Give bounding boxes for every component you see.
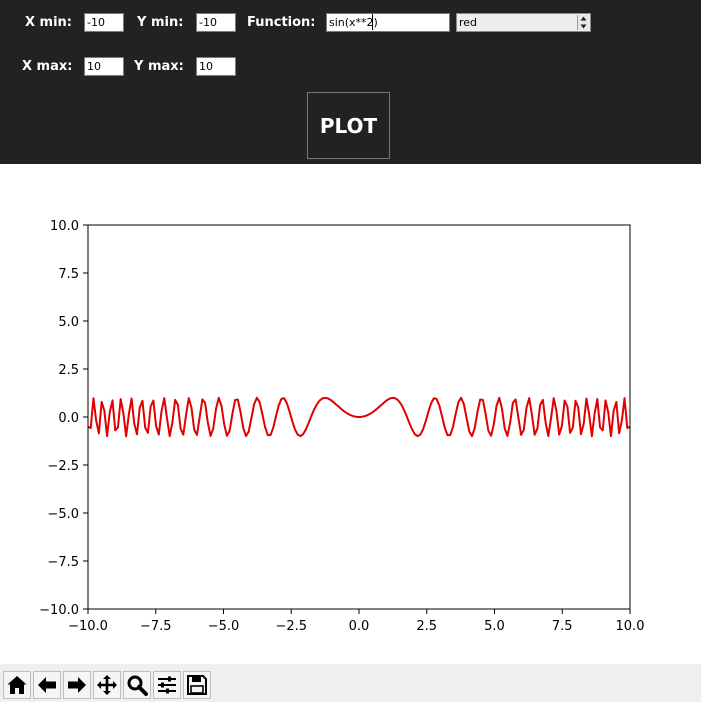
zoom-icon	[127, 675, 148, 696]
spinner-arrows[interactable]	[577, 15, 589, 30]
x-tick-label: −10.0	[68, 619, 108, 634]
x-tick-label: −7.5	[140, 619, 172, 634]
function-input[interactable]	[326, 13, 450, 32]
function-label: Function:	[247, 15, 316, 30]
zoom-button[interactable]	[123, 671, 151, 699]
xmin-label: X min:	[25, 15, 73, 30]
y-tick-label: 10.0	[50, 219, 79, 234]
ymax-label: Y max:	[134, 59, 184, 74]
y-tick-label: 2.5	[58, 363, 79, 378]
plot-canvas: −10.0 −7.5 −5.0 −2.5 0.0 2.5 5.0 7.5 10.0 −10.0 −…	[0, 164, 701, 664]
home-icon	[7, 676, 27, 694]
y-tick-label: −5.0	[47, 507, 79, 522]
pan-button[interactable]	[93, 671, 121, 699]
x-tick-label: 10.0	[616, 619, 645, 634]
home-button[interactable]	[3, 671, 31, 699]
text-cursor	[372, 14, 373, 30]
y-tick-label: −10.0	[39, 603, 79, 618]
spin-down-icon[interactable]	[579, 23, 588, 30]
back-arrow-button[interactable]	[33, 671, 61, 699]
y-tick-label: −7.5	[47, 555, 79, 570]
ymax-input[interactable]	[196, 57, 236, 76]
y-tick-label: 7.5	[58, 267, 79, 282]
x-tick-label: −2.5	[275, 619, 307, 634]
forward-arrow-button[interactable]	[63, 671, 91, 699]
y-tick-label: 5.0	[58, 315, 79, 330]
forward-arrow-icon	[68, 677, 86, 693]
xmin-input[interactable]	[84, 13, 124, 32]
color-select-value: red	[459, 16, 478, 29]
x-tick-label: −5.0	[208, 619, 240, 634]
save-button[interactable]	[183, 671, 211, 699]
configure-subplots-icon	[158, 676, 176, 694]
xmax-label: X max:	[22, 59, 73, 74]
y-tick-label: 0.0	[58, 411, 79, 426]
control-panel: X min: Y min: Function: red X max: Y max…	[0, 0, 701, 164]
plotter-window: X min: Y min: Function: red X max: Y max…	[0, 0, 701, 702]
pan-icon	[97, 675, 117, 695]
ymin-label: Y min:	[137, 15, 184, 30]
x-tick-label: 5.0	[484, 619, 505, 634]
x-tick-label: 7.5	[552, 619, 573, 634]
x-tick-label: 0.0	[349, 619, 370, 634]
ymin-input[interactable]	[196, 13, 236, 32]
save-icon	[187, 675, 207, 695]
configure-subplots-button[interactable]	[153, 671, 181, 699]
navigation-toolbar	[0, 664, 701, 702]
spin-up-icon[interactable]	[579, 15, 588, 22]
x-tick-label: 2.5	[416, 619, 437, 634]
xmax-input[interactable]	[84, 57, 124, 76]
back-arrow-icon	[38, 677, 56, 693]
y-tick-label: −2.5	[47, 459, 79, 474]
plot-button[interactable]: PLOT	[307, 92, 390, 159]
color-select[interactable]: red	[456, 13, 591, 32]
